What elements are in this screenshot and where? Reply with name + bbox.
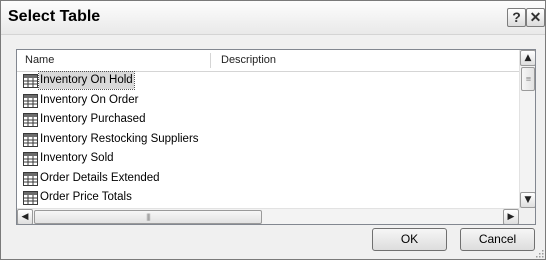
list-item-label: Inventory Restocking Suppliers <box>40 132 199 145</box>
scroll-grip-icon: ≡ <box>525 75 532 83</box>
column-header-description[interactable]: Description <box>221 50 276 71</box>
select-table-dialog: Select Table ? ✕ Name Description Invent… <box>0 0 546 260</box>
horizontal-scrollbar[interactable]: ◀ ||| ▶ <box>17 208 519 224</box>
list-item[interactable]: Inventory On Hold <box>17 71 519 91</box>
scroll-down-button[interactable]: ▼ <box>520 192 535 208</box>
scroll-left-button[interactable]: ◀ <box>17 209 33 224</box>
title-bar: Select Table ? ✕ <box>1 1 545 35</box>
column-divider[interactable] <box>210 53 211 68</box>
column-header-name[interactable]: Name <box>25 50 54 71</box>
table-icon <box>23 93 38 108</box>
list-item-label: Order Details Extended <box>40 171 160 184</box>
list-item[interactable]: Inventory Sold <box>17 149 519 169</box>
table-icon <box>23 171 38 186</box>
scrollbar-corner <box>519 208 535 224</box>
resize-grip-icon[interactable] <box>534 248 544 258</box>
scroll-grip-icon: ||| <box>145 213 151 221</box>
list-item[interactable]: Inventory Restocking Suppliers <box>17 130 519 150</box>
list-item-label: Inventory Sold <box>40 152 114 164</box>
cancel-button[interactable]: Cancel <box>460 228 535 251</box>
list-item[interactable]: Order Details Extended <box>17 169 519 189</box>
list-item[interactable]: Inventory On Order <box>17 91 519 111</box>
table-list[interactable]: Name Description Inventory On Hold Invent… <box>16 49 536 225</box>
list-item[interactable]: Inventory Purchased <box>17 110 519 130</box>
list-item-label: Inventory On Order <box>40 93 139 106</box>
list-rows: Inventory On Hold Inventory On Order Inven… <box>17 71 519 208</box>
table-icon <box>23 191 38 205</box>
list-header: Name Description <box>17 50 519 72</box>
scroll-right-button[interactable]: ▶ <box>503 209 519 224</box>
list-item-label: Inventory On Hold <box>38 71 135 90</box>
ok-button[interactable]: OK <box>372 228 447 251</box>
table-icon <box>23 132 38 147</box>
help-button[interactable]: ? <box>507 8 526 27</box>
vertical-scrollbar[interactable]: ▲ ≡ ▼ <box>519 50 535 208</box>
dialog-title: Select Table <box>8 8 101 25</box>
list-item-label: Inventory Purchased <box>40 113 146 125</box>
horizontal-scroll-thumb[interactable]: ||| <box>34 210 262 224</box>
close-button[interactable]: ✕ <box>526 8 545 27</box>
table-icon <box>23 74 38 88</box>
list-item-label: Order Price Totals <box>40 191 132 203</box>
table-icon <box>23 113 38 127</box>
table-icon <box>23 152 38 166</box>
vertical-scroll-thumb[interactable]: ≡ <box>521 67 535 91</box>
scroll-up-button[interactable]: ▲ <box>520 50 535 66</box>
list-item[interactable]: Order Price Totals <box>17 188 519 208</box>
